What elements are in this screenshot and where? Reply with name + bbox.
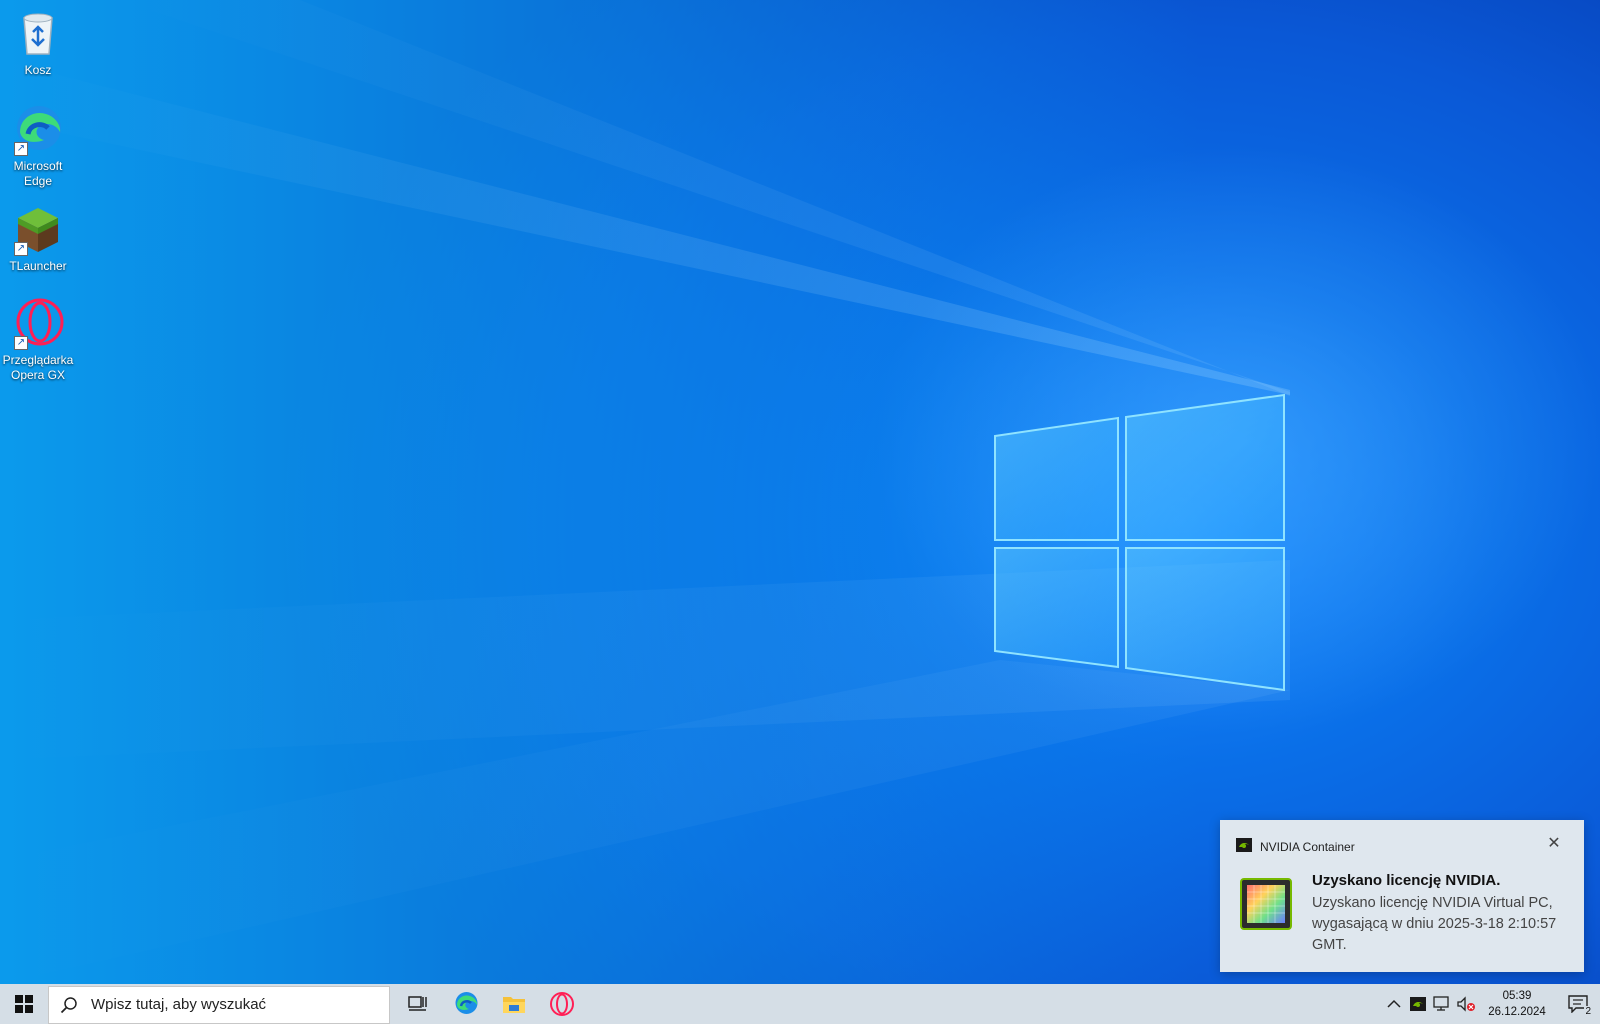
desktop-icon-microsoft-edge[interactable]: ↗ Microsoft Edge (0, 104, 76, 189)
toast-header: NVIDIA Container (1236, 838, 1355, 855)
start-button[interactable] (0, 984, 48, 1024)
desktop-icon-label: Microsoft Edge (13, 159, 63, 188)
toast-title: Uzyskano licencję NVIDIA. (1312, 872, 1501, 889)
opera-gx-icon (550, 992, 574, 1016)
edge-icon (455, 992, 478, 1014)
network-icon[interactable] (1430, 984, 1454, 1024)
desktop-icon-recycle-bin[interactable]: Kosz (0, 8, 76, 78)
clock-time: 05:39 (1502, 990, 1532, 1002)
nvidia-icon[interactable] (1406, 984, 1430, 1024)
desktop-icon-label: Przeglądarka Opera GX (2, 353, 74, 382)
recycle-bin-icon (12, 8, 64, 60)
desktop-icon-tlauncher[interactable]: ↗ TLauncher (0, 204, 76, 274)
taskbar-clock[interactable]: 05:39 26.12.2024 (1478, 988, 1556, 1020)
gpu-chip-icon (1240, 878, 1292, 930)
notification-count-badge: 2 (1584, 1006, 1592, 1017)
edge-icon: ↗ (12, 104, 64, 156)
desktop-icon-opera-gx[interactable]: ↗ Przeglądarka Opera GX (0, 298, 76, 383)
search-icon (49, 996, 89, 1014)
grass-block-icon: ↗ (12, 204, 64, 256)
shortcut-arrow-icon: ↗ (14, 336, 28, 350)
chevron-up-icon[interactable] (1382, 984, 1406, 1024)
nvidia-icon (1236, 838, 1252, 855)
windows-start-icon (15, 995, 33, 1013)
volume-muted-icon[interactable] (1454, 984, 1478, 1024)
toast-body: Uzyskano licencję NVIDIA Virtual PC, wyg… (1312, 895, 1557, 953)
search-input[interactable] (89, 995, 373, 1014)
taskbar-opera-gx-button[interactable] (538, 984, 586, 1024)
taskbar-search-box[interactable] (48, 985, 390, 1024)
desktop-wallpaper: Kosz ↗ Microsoft Edge ↗ TLauncher ↗ Prze… (0, 0, 1600, 984)
taskbar-edge-button[interactable] (442, 984, 490, 1024)
taskbar: 05:39 26.12.2024 2 (0, 984, 1600, 1024)
desktop-icon-label: Kosz (24, 63, 52, 77)
system-tray: 05:39 26.12.2024 2 (1382, 984, 1600, 1024)
shortcut-arrow-icon: ↗ (14, 142, 28, 156)
shortcut-arrow-icon: ↗ (14, 242, 28, 256)
close-icon[interactable]: ✕ (1544, 833, 1564, 853)
opera-gx-icon: ↗ (12, 298, 64, 350)
file-explorer-icon (503, 997, 525, 1013)
task-view-button[interactable] (394, 984, 442, 1024)
toast-app-name: NVIDIA Container (1260, 839, 1355, 854)
nvidia-notification-toast[interactable]: NVIDIA Container ✕ Uzyskano licencję NVI… (1220, 820, 1584, 972)
taskbar-file-explorer-button[interactable] (490, 984, 538, 1024)
action-center-button[interactable]: 2 (1556, 984, 1600, 1024)
clock-date: 26.12.2024 (1488, 1006, 1546, 1018)
desktop-icon-label: TLauncher (9, 259, 67, 273)
task-view-icon (408, 996, 427, 1011)
